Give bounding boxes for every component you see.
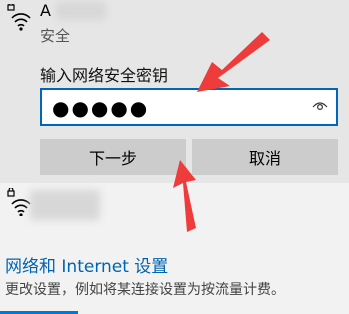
wifi-secured-icon bbox=[7, 4, 31, 31]
eye-icon[interactable] bbox=[312, 100, 328, 112]
settings-description: 更改设置，例如将某连接设置为按流量计费。 bbox=[5, 282, 285, 298]
network-name: A bbox=[40, 1, 51, 20]
network-internet-settings-link[interactable]: 网络和 Internet 设置 bbox=[5, 252, 168, 277]
cancel-button[interactable]: 取消 bbox=[192, 139, 338, 175]
password-field[interactable] bbox=[40, 88, 338, 126]
password-label: 输入网络安全密钥 bbox=[40, 66, 169, 85]
security-status: 安全 bbox=[40, 27, 71, 45]
redacted-network-name bbox=[56, 2, 106, 20]
next-button[interactable]: 下一步 bbox=[40, 139, 186, 175]
redacted-network-name bbox=[30, 190, 100, 220]
password-input[interactable] bbox=[50, 96, 304, 120]
